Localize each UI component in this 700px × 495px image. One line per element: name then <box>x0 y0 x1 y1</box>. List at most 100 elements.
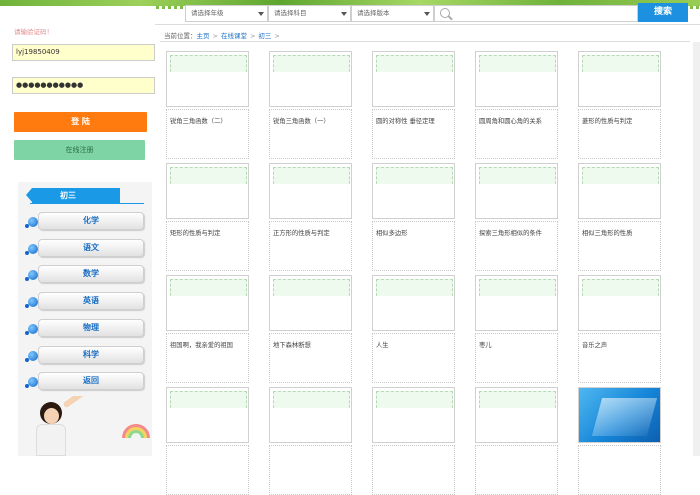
course-thumbnail[interactable] <box>578 387 661 443</box>
subject-button[interactable]: 数学 <box>38 265 144 283</box>
breadcrumb-item-online-class[interactable]: 在线课堂 <box>221 32 247 40</box>
course-thumbnail[interactable] <box>475 275 558 331</box>
chevron-down-icon <box>341 12 347 16</box>
username-field[interactable]: lyj19850409 <box>12 44 155 61</box>
course-title[interactable]: 祖国啊，我亲爱的祖国 <box>170 341 247 350</box>
course-title[interactable]: 圆周角和圆心角的关系 <box>479 117 556 126</box>
course-card[interactable]: 音乐之声 <box>578 275 661 383</box>
course-caption-box: 正方形的性质与判定 <box>269 221 352 271</box>
course-card[interactable] <box>166 387 249 495</box>
subject-select-label: 请选择科目 <box>274 9 307 17</box>
course-card[interactable] <box>269 387 352 495</box>
bubble-icon <box>25 244 38 255</box>
course-thumbnail[interactable] <box>269 163 352 219</box>
course-title[interactable]: 相似多边形 <box>376 229 453 238</box>
course-title[interactable]: 探索三角形相似的条件 <box>479 229 556 238</box>
course-thumbnail[interactable] <box>372 387 455 443</box>
course-title[interactable]: 地下森林断想 <box>273 341 350 350</box>
course-thumbnail[interactable] <box>475 51 558 107</box>
course-title[interactable]: 菱形的性质与判定 <box>582 117 659 126</box>
course-caption-box: 锐角三角函数（一） <box>269 109 352 159</box>
course-caption-box: 圆周角和圆心角的关系 <box>475 109 558 159</box>
chevron-down-icon <box>258 12 264 16</box>
subject-button[interactable]: 科学 <box>38 346 144 364</box>
course-card[interactable]: 探索三角形相似的条件 <box>475 163 558 271</box>
course-title[interactable]: 正方形的性质与判定 <box>273 229 350 238</box>
bubble-icon <box>25 270 38 281</box>
course-thumbnail[interactable] <box>269 387 352 443</box>
course-card[interactable]: 锐角三角函数（一） <box>269 51 352 159</box>
course-card[interactable]: 地下森林断想 <box>269 275 352 383</box>
login-button[interactable]: 登 陆 <box>14 112 147 132</box>
grade-select[interactable]: 请选择年级 <box>185 5 268 22</box>
course-caption-box: 相似多边形 <box>372 221 455 271</box>
course-thumbnail[interactable] <box>166 51 249 107</box>
course-thumbnail[interactable] <box>578 51 661 107</box>
course-thumbnail[interactable] <box>269 275 352 331</box>
course-card[interactable]: 相似多边形 <box>372 163 455 271</box>
breadcrumb-separator: > <box>274 32 280 40</box>
search-button[interactable]: 搜索 <box>638 3 688 22</box>
course-thumbnail[interactable] <box>475 163 558 219</box>
course-title[interactable]: 矩形的性质与判定 <box>170 229 247 238</box>
course-thumbnail[interactable] <box>372 51 455 107</box>
course-caption-box <box>166 445 249 495</box>
subject-select[interactable]: 请选择科目 <box>268 5 351 22</box>
search-input[interactable] <box>434 5 638 22</box>
course-title[interactable]: 枣儿 <box>479 341 556 350</box>
course-thumbnail[interactable] <box>269 51 352 107</box>
breadcrumb-prefix: 当前位置： <box>164 32 197 40</box>
course-card[interactable]: 枣儿 <box>475 275 558 383</box>
course-card[interactable]: 圆周角和圆心角的关系 <box>475 51 558 159</box>
illustration-face <box>44 408 59 424</box>
course-card[interactable]: 相似三角形的性质 <box>578 163 661 271</box>
verification-hint: 请输验证码！ <box>14 28 53 36</box>
course-card[interactable]: 正方形的性质与判定 <box>269 163 352 271</box>
course-thumbnail[interactable] <box>166 163 249 219</box>
course-title[interactable]: 锐角三角函数（二） <box>170 117 247 126</box>
breadcrumb-item-grade[interactable]: 初三 <box>258 32 271 40</box>
scrollbar[interactable] <box>693 42 700 456</box>
course-thumbnail[interactable] <box>166 275 249 331</box>
course-thumbnail[interactable] <box>372 163 455 219</box>
password-field[interactable]: ●●●●●●●●●●● <box>12 77 155 94</box>
course-thumbnail[interactable] <box>578 275 661 331</box>
course-thumbnail[interactable] <box>372 275 455 331</box>
subject-button[interactable]: 物理 <box>38 319 144 337</box>
course-thumbnail[interactable] <box>578 163 661 219</box>
breadcrumb-divider <box>160 41 690 42</box>
subject-button[interactable]: 化学 <box>38 212 144 230</box>
subject-button[interactable]: 返回 <box>38 372 144 390</box>
course-card[interactable]: 祖国啊，我亲爱的祖国 <box>166 275 249 383</box>
course-card[interactable]: 矩形的性质与判定 <box>166 163 249 271</box>
course-card[interactable]: 锐角三角函数（二） <box>166 51 249 159</box>
course-title[interactable]: 相似三角形的性质 <box>582 229 659 238</box>
course-title[interactable]: 音乐之声 <box>582 341 659 350</box>
course-caption-box: 矩形的性质与判定 <box>166 221 249 271</box>
course-caption-box: 探索三角形相似的条件 <box>475 221 558 271</box>
register-button[interactable]: 在线注册 <box>14 140 145 160</box>
course-card[interactable]: 菱形的性质与判定 <box>578 51 661 159</box>
subject-button[interactable]: 语文 <box>38 239 144 257</box>
course-card[interactable]: 圆的对称性 垂径定理 <box>372 51 455 159</box>
course-title[interactable]: 人生 <box>376 341 453 350</box>
bubble-icon <box>25 217 38 228</box>
course-card[interactable]: 人生 <box>372 275 455 383</box>
course-thumbnail[interactable] <box>475 387 558 443</box>
grade-tab[interactable]: 初三 <box>26 188 120 203</box>
course-caption-box <box>475 445 558 495</box>
bubble-icon <box>25 324 38 335</box>
subject-button[interactable]: 英语 <box>38 292 144 310</box>
course-title[interactable]: 圆的对称性 垂径定理 <box>376 117 453 126</box>
edition-select[interactable]: 请选择版本 <box>351 5 434 22</box>
course-card[interactable] <box>475 387 558 495</box>
course-card[interactable] <box>372 387 455 495</box>
course-title[interactable]: 锐角三角函数（一） <box>273 117 350 126</box>
breadcrumb-item-home[interactable]: 主页 <box>197 32 210 40</box>
course-card[interactable] <box>578 387 661 495</box>
chevron-down-icon <box>424 12 430 16</box>
course-caption-box: 相似三角形的性质 <box>578 221 661 271</box>
course-caption-box: 圆的对称性 垂径定理 <box>372 109 455 159</box>
bubble-icon <box>25 351 38 362</box>
course-thumbnail[interactable] <box>166 387 249 443</box>
